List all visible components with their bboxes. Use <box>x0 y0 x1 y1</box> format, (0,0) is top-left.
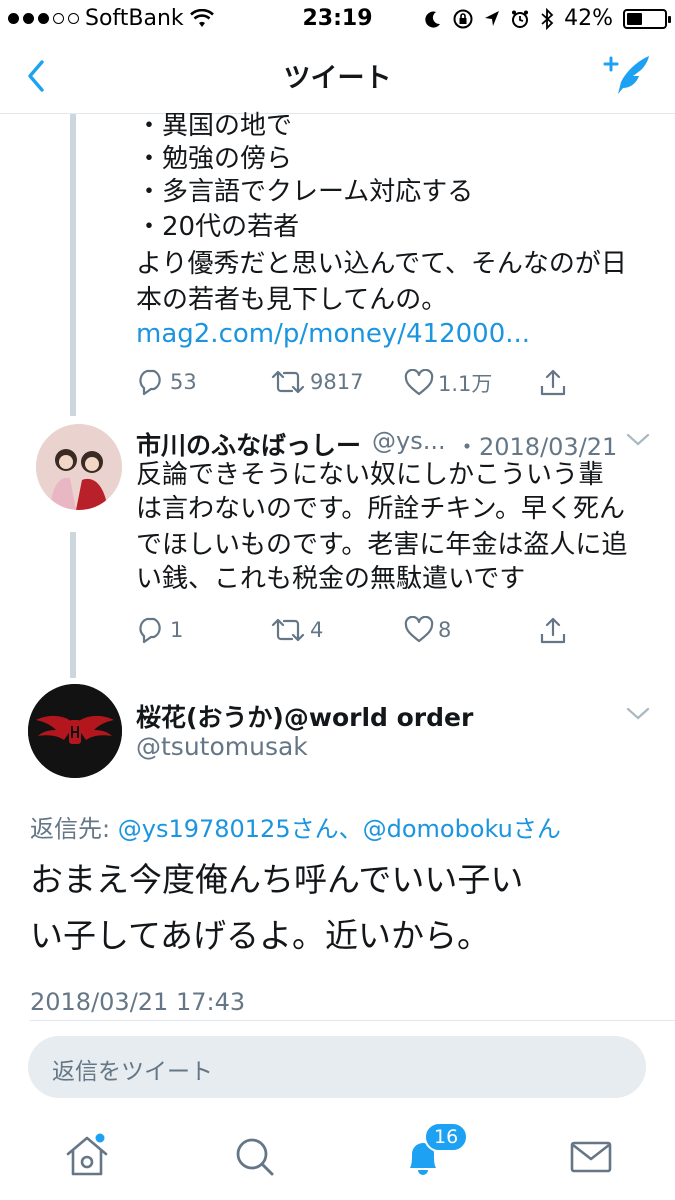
share-button[interactable] <box>538 368 568 398</box>
nav-bar: ツイート <box>0 38 675 114</box>
battery-percent: 42% <box>564 6 613 31</box>
retweet-button[interactable]: 9817 <box>270 368 363 396</box>
tweet-2-line: い銭、これも税金の無駄遣いです <box>136 564 526 594</box>
reply-input[interactable]: 返信をツイート <box>28 1036 646 1098</box>
reply-icon <box>139 369 161 396</box>
user-handle[interactable]: @ys... <box>372 427 446 455</box>
tweet-1-link[interactable]: mag2.com/p/money/412000... <box>136 317 530 351</box>
heart-icon <box>404 616 434 643</box>
tab-bar <box>0 1112 675 1200</box>
reply-count: 53 <box>170 370 197 394</box>
share-icon <box>540 369 566 396</box>
orientation-lock-icon <box>453 9 473 28</box>
reply-icon <box>139 617 161 644</box>
thread-line <box>70 114 76 416</box>
tweet-1-line: 本の若者も見下してんの。 <box>136 285 448 315</box>
winged-emblem-avatar <box>28 684 122 778</box>
location-icon <box>485 10 500 26</box>
retweet-count: 4 <box>310 618 324 642</box>
search-icon[interactable] <box>230 1132 280 1182</box>
reply-count: 1 <box>170 618 184 642</box>
avatar[interactable] <box>28 684 122 778</box>
user-name[interactable]: 桜花(おうか)@world order <box>136 698 473 734</box>
avatar[interactable] <box>36 424 122 510</box>
like-button[interactable]: 8 <box>404 616 451 644</box>
tweet-2-line: 反論できそうにない奴にしかこういう輩 <box>136 460 605 490</box>
thread-line <box>70 532 76 678</box>
tweet-1-line: より優秀だと思い込んでて、そんなのが日 <box>136 249 627 279</box>
like-count: 8 <box>438 618 452 642</box>
reply-button[interactable]: 1 <box>136 616 183 644</box>
tweet-1-actions: 53 9817 1.1万 <box>136 368 656 402</box>
compose-tweet-icon[interactable] <box>603 52 653 98</box>
status-bar: SoftBank 23:19 42% <box>0 0 675 38</box>
tweet-1-line: ・20代の若者 <box>136 212 300 242</box>
reply-to-users[interactable]: @ys19780125さん、@domobokuさん <box>118 815 561 843</box>
tweet-2-line: は言わないのです。所詮チキン。早く死ん <box>136 494 626 524</box>
tweet-1-line: ・勉強の傍ら <box>136 144 293 174</box>
notifications-badge: 16 <box>424 1122 469 1152</box>
divider <box>30 1020 675 1021</box>
share-button[interactable] <box>538 616 568 646</box>
page-title: ツイート <box>283 63 392 94</box>
retweet-count: 9817 <box>310 370 364 394</box>
retweet-icon <box>271 370 305 394</box>
alarm-icon <box>512 10 529 28</box>
reply-placeholder: 返信をツイート <box>52 1059 213 1085</box>
chevron-down-icon[interactable] <box>626 706 650 722</box>
heart-icon <box>404 369 434 396</box>
reply-to-label: 返信先: <box>30 815 111 843</box>
tweet-3-line: おまえ今度俺んち呼んでいい子い <box>30 860 524 899</box>
retweet-icon <box>271 618 305 642</box>
avatar-photo <box>36 424 122 510</box>
user-handle[interactable]: @tsutomusak <box>136 732 308 761</box>
reply-button[interactable]: 53 <box>136 368 197 396</box>
home-icon[interactable] <box>62 1132 112 1182</box>
tweet-3-line: い子してあげるよ。近いから。 <box>30 916 491 955</box>
chevron-down-icon[interactable] <box>626 432 650 448</box>
status-right: 42% <box>424 6 671 31</box>
bluetooth-icon <box>541 7 554 30</box>
tweet-date: ・2018/03/21 <box>455 433 618 461</box>
messages-envelope-icon[interactable] <box>566 1132 616 1182</box>
share-icon <box>540 617 566 644</box>
tweet-1-line: ・多言語でクレーム対応する <box>136 177 474 207</box>
tweet-1-line: ・異国の地で <box>136 111 293 141</box>
tweet-2-actions: 1 4 8 <box>136 616 656 650</box>
tweet-timestamp: 2018/03/21 17:43 <box>30 988 246 1016</box>
retweet-button[interactable]: 4 <box>270 616 323 644</box>
like-button[interactable]: 1.1万 <box>404 368 492 398</box>
battery-icon <box>623 8 671 29</box>
user-name[interactable]: 市川のふなばっしー <box>136 426 361 462</box>
moon-icon <box>425 11 441 28</box>
tweet-2-line: でほしいものです。老害に年金は盗人に追 <box>136 530 628 560</box>
reply-to-line: 返信先: @ys19780125さん、@domobokuさん <box>30 812 561 846</box>
like-count: 1.1万 <box>438 372 493 396</box>
